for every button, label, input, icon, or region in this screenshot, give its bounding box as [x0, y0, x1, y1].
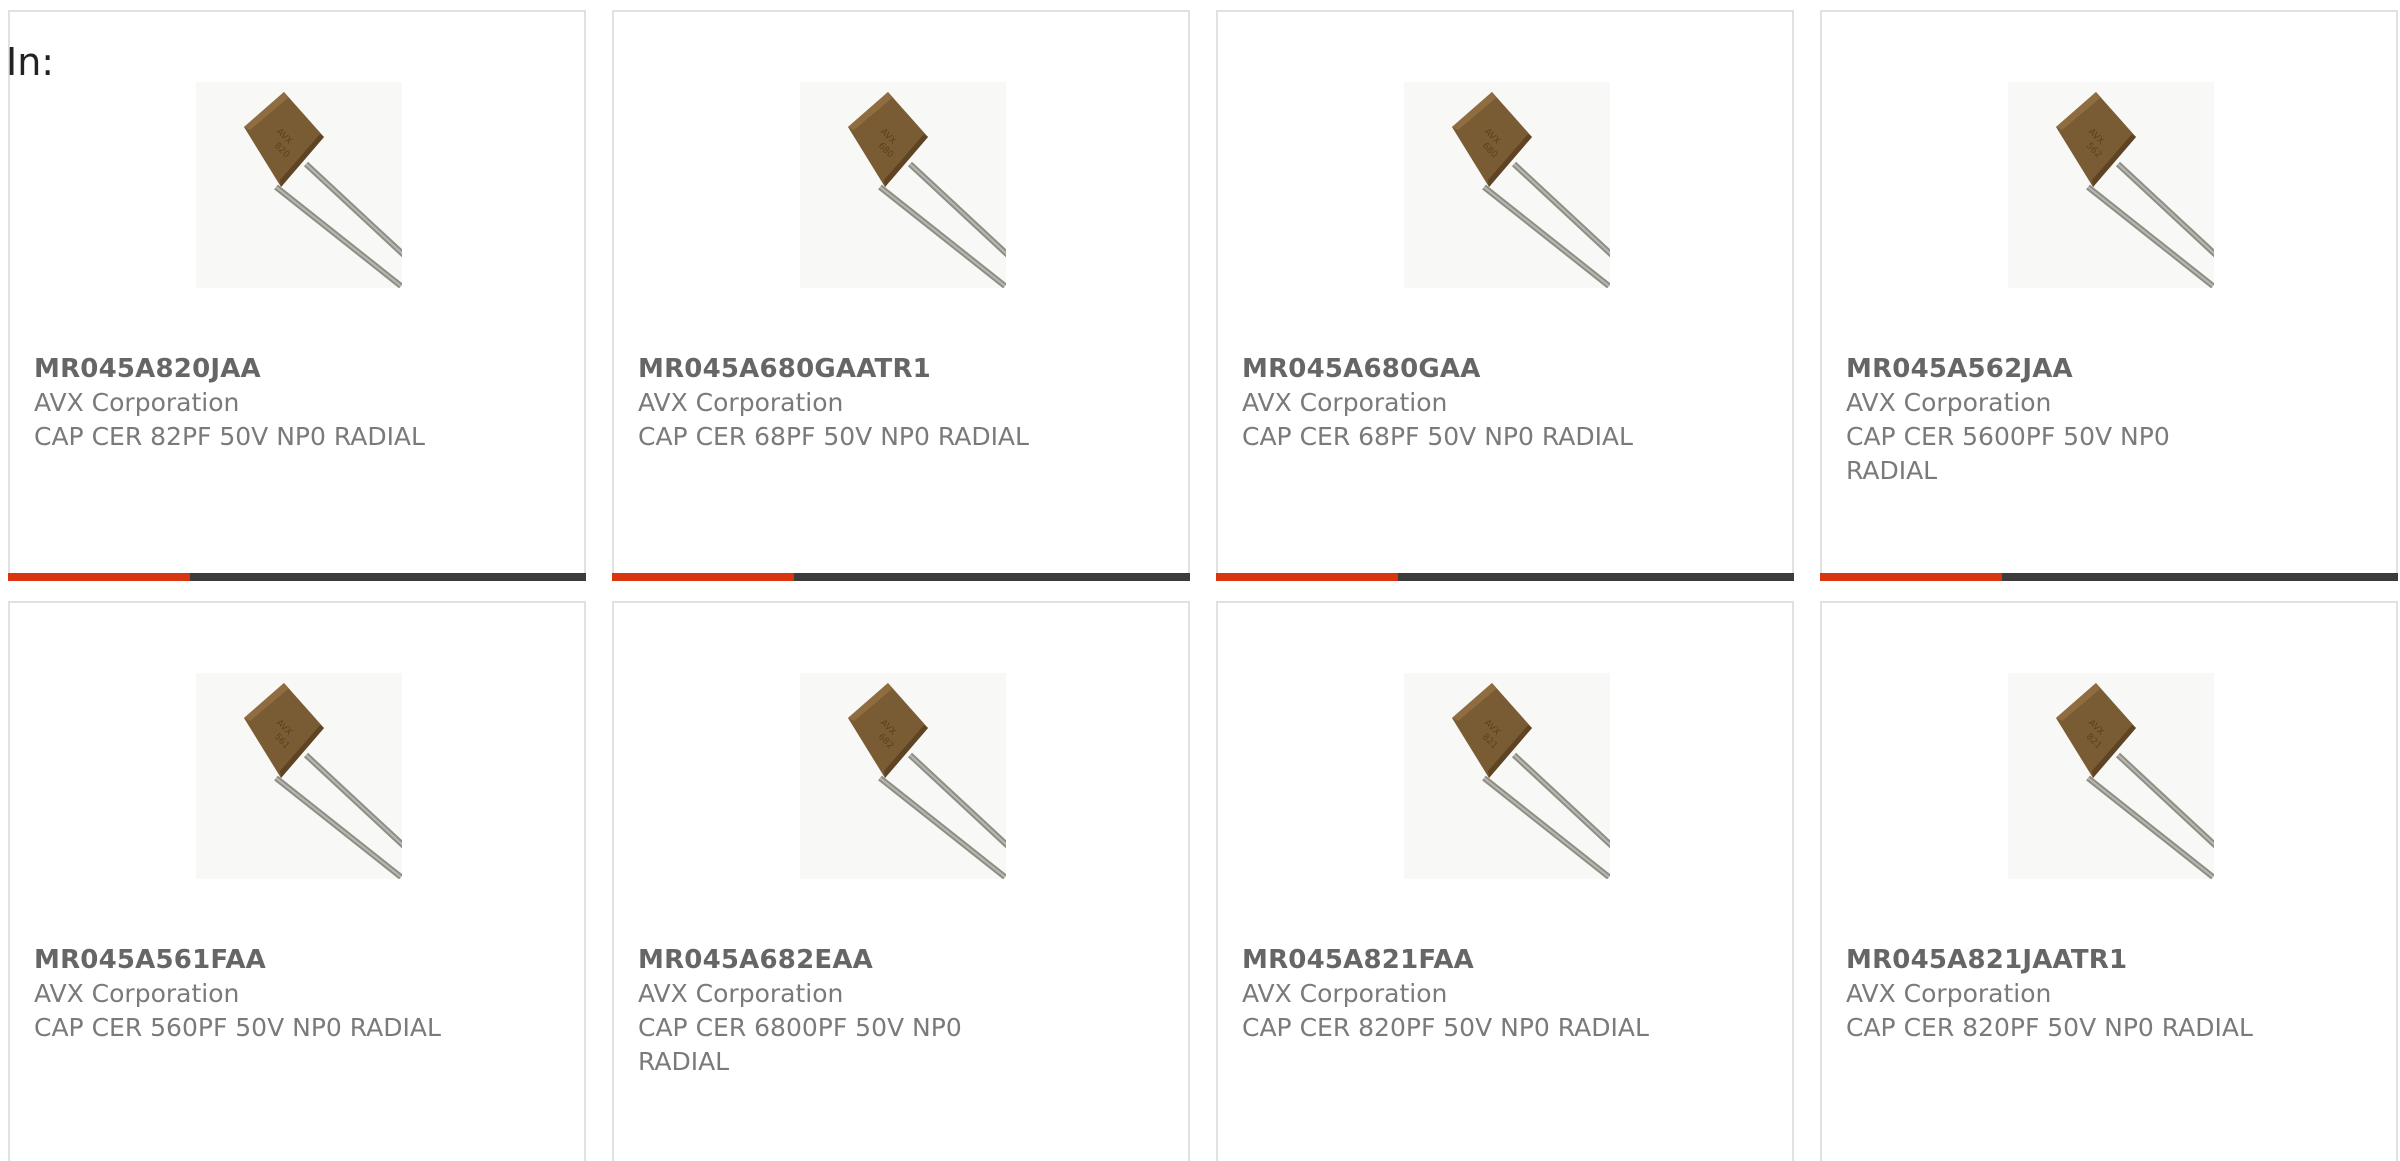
product-info: MR045A821FAA AVX Corporation CAP CER 820… [1242, 943, 1692, 1045]
radial-capacitor-icon: AVX 821 [1404, 673, 1610, 879]
in-label: In: [6, 40, 55, 84]
card-bar-accent [1820, 573, 2002, 581]
radial-capacitor-icon: AVX 680 [1404, 82, 1610, 288]
manufacturer: AVX Corporation [1242, 388, 1448, 417]
page: In: AVX 820 MR045A820JAA AVX Corporation… [0, 0, 2400, 1161]
product-image[interactable]: AVX 820 [196, 82, 402, 288]
product-image[interactable]: AVX 821 [1404, 673, 1610, 879]
manufacturer: AVX Corporation [1242, 979, 1448, 1008]
manufacturer: AVX Corporation [34, 979, 240, 1008]
description: CAP CER 560PF 50V NP0 RADIAL [34, 1013, 441, 1042]
product-image[interactable]: AVX 680 [1404, 82, 1610, 288]
description: CAP CER 5600PF 50V NP0 RADIAL [1846, 422, 2170, 485]
product-info: MR045A820JAA AVX Corporation CAP CER 82P… [34, 352, 484, 454]
radial-capacitor-icon: AVX 562 [2008, 82, 2214, 288]
product-image[interactable]: AVX 680 [800, 82, 1006, 288]
product-image[interactable]: AVX 821 [2008, 673, 2214, 879]
card-bottom-bar [1820, 573, 2398, 581]
product-image[interactable]: AVX 682 [800, 673, 1006, 879]
part-number-link[interactable]: MR045A821FAA [1242, 943, 1692, 977]
manufacturer: AVX Corporation [638, 979, 844, 1008]
product-image[interactable]: AVX 562 [2008, 82, 2214, 288]
product-card[interactable]: AVX 820 MR045A820JAA AVX Corporation CAP… [8, 10, 586, 581]
manufacturer: AVX Corporation [638, 388, 844, 417]
card-bottom-bar [1216, 573, 1794, 581]
radial-capacitor-icon: AVX 820 [196, 82, 402, 288]
description: CAP CER 68PF 50V NP0 RADIAL [1242, 422, 1633, 451]
product-info: MR045A561FAA AVX Corporation CAP CER 560… [34, 943, 484, 1045]
manufacturer: AVX Corporation [1846, 388, 2052, 417]
product-card[interactable]: AVX 680 MR045A680GAA AVX Corporation CAP… [1216, 10, 1794, 581]
part-number-link[interactable]: MR045A682EAA [638, 943, 1088, 977]
description: CAP CER 82PF 50V NP0 RADIAL [34, 422, 425, 451]
card-bar-accent [1216, 573, 1398, 581]
description: CAP CER 6800PF 50V NP0 RADIAL [638, 1013, 962, 1076]
part-number-link[interactable]: MR045A562JAA [1846, 352, 2296, 386]
radial-capacitor-icon: AVX 680 [800, 82, 1006, 288]
radial-capacitor-icon: AVX 821 [2008, 673, 2214, 879]
product-card[interactable]: AVX 561 MR045A561FAA AVX Corporation CAP… [8, 601, 586, 1161]
part-number-link[interactable]: MR045A820JAA [34, 352, 484, 386]
product-card[interactable]: AVX 682 MR045A682EAA AVX Corporation CAP… [612, 601, 1190, 1161]
card-bar-accent [612, 573, 794, 581]
product-info: MR045A562JAA AVX Corporation CAP CER 560… [1846, 352, 2296, 488]
description: CAP CER 68PF 50V NP0 RADIAL [638, 422, 1029, 451]
product-grid: AVX 820 MR045A820JAA AVX Corporation CAP… [8, 10, 2400, 1161]
product-card[interactable]: AVX 821 MR045A821JAATR1 AVX Corporation … [1820, 601, 2398, 1161]
product-info: MR045A682EAA AVX Corporation CAP CER 680… [638, 943, 1088, 1079]
manufacturer: AVX Corporation [34, 388, 240, 417]
description: CAP CER 820PF 50V NP0 RADIAL [1242, 1013, 1649, 1042]
description: CAP CER 820PF 50V NP0 RADIAL [1846, 1013, 2253, 1042]
part-number-link[interactable]: MR045A680GAATR1 [638, 352, 1088, 386]
card-bottom-bar [8, 573, 586, 581]
product-card[interactable]: AVX 821 MR045A821FAA AVX Corporation CAP… [1216, 601, 1794, 1161]
product-card[interactable]: AVX 562 MR045A562JAA AVX Corporation CAP… [1820, 10, 2398, 581]
card-bottom-bar [612, 573, 1190, 581]
part-number-link[interactable]: MR045A821JAATR1 [1846, 943, 2296, 977]
card-bar-accent [8, 573, 190, 581]
radial-capacitor-icon: AVX 682 [800, 673, 1006, 879]
part-number-link[interactable]: MR045A561FAA [34, 943, 484, 977]
part-number-link[interactable]: MR045A680GAA [1242, 352, 1692, 386]
product-info: MR045A680GAATR1 AVX Corporation CAP CER … [638, 352, 1088, 454]
product-image[interactable]: AVX 561 [196, 673, 402, 879]
product-info: MR045A821JAATR1 AVX Corporation CAP CER … [1846, 943, 2296, 1045]
product-card[interactable]: AVX 680 MR045A680GAATR1 AVX Corporation … [612, 10, 1190, 581]
radial-capacitor-icon: AVX 561 [196, 673, 402, 879]
manufacturer: AVX Corporation [1846, 979, 2052, 1008]
product-info: MR045A680GAA AVX Corporation CAP CER 68P… [1242, 352, 1692, 454]
